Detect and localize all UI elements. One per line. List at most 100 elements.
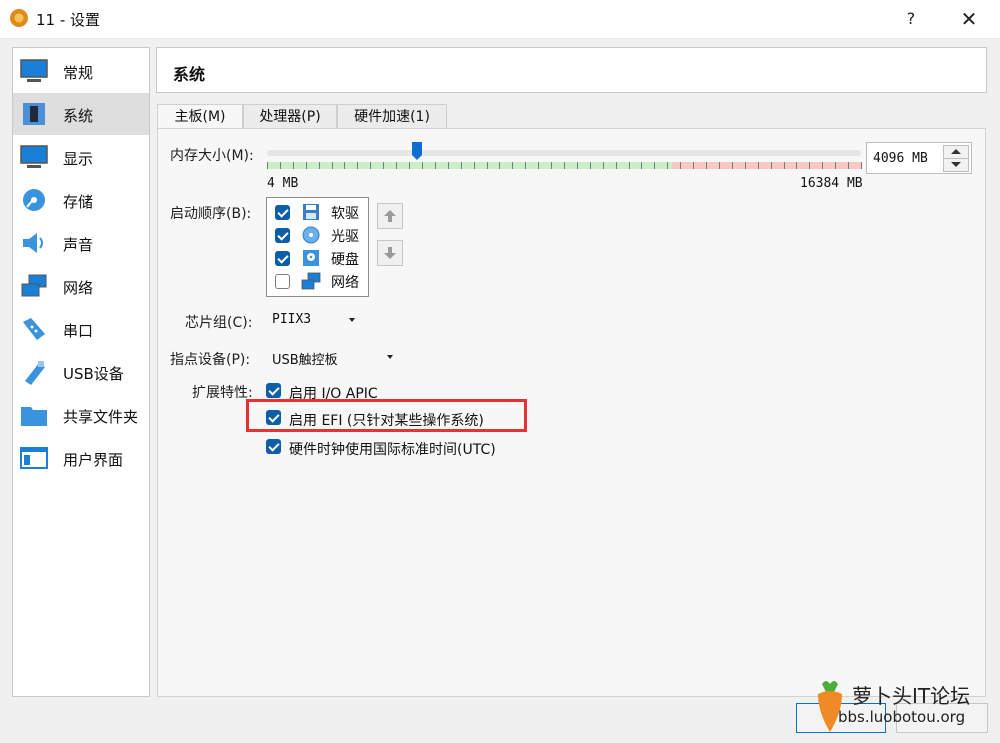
tab-motherboard[interactable]: 主板(M)	[157, 104, 243, 130]
sidebar-item-network[interactable]: 网络	[13, 265, 149, 307]
slider-tick	[693, 162, 694, 169]
slider-tick	[551, 162, 552, 169]
user-interface-icon	[20, 447, 48, 469]
tab-acceleration[interactable]: 硬件加速(1)	[337, 104, 447, 129]
memory-min-label: 4 MB	[267, 176, 299, 191]
slider-tick	[538, 162, 539, 169]
settings-sidebar: 常规 系统 显示 存储 声音 网络 串口 USB设备 共享文件夹 用户界面	[12, 47, 150, 697]
memory-value: 4096 MB	[873, 151, 928, 166]
page-title: 系统	[173, 65, 206, 84]
sidebar-item-label: 串口	[63, 322, 94, 340]
arrow-down-icon	[384, 247, 396, 259]
boot-order-label: 启动顺序(B):	[170, 206, 252, 222]
boot-move-down-button[interactable]	[377, 240, 403, 266]
slider-tick	[267, 162, 268, 169]
memory-slider-track[interactable]	[267, 150, 861, 156]
sidebar-item-label: 存储	[63, 193, 94, 211]
extended-features-label: 扩展特性:	[192, 385, 253, 401]
boot-optical-checkbox[interactable]	[275, 228, 290, 243]
memory-label: 内存大小(M):	[170, 148, 254, 164]
sidebar-item-label: 系统	[63, 107, 94, 125]
boot-floppy-checkbox[interactable]	[275, 205, 290, 220]
slider-tick	[487, 162, 488, 169]
sidebar-item-label: 显示	[63, 150, 94, 168]
slider-tick	[758, 162, 759, 169]
boot-item-label: 网络	[331, 275, 359, 291]
chipset-select[interactable]: PIIX3	[266, 308, 360, 332]
slider-tick	[654, 162, 655, 169]
sidebar-item-shared-folders[interactable]: 共享文件夹	[13, 394, 149, 436]
watermark-url: bbs.luobotou.org	[838, 708, 966, 726]
arrow-up-icon	[384, 210, 396, 222]
slider-tick	[590, 162, 591, 169]
memory-max-label: 16384 MB	[800, 176, 863, 191]
speaker-icon	[23, 233, 43, 253]
page-header: 系统	[156, 47, 987, 93]
slider-tick	[319, 162, 320, 169]
boot-item-label: 硬盘	[331, 252, 359, 268]
boot-network-checkbox[interactable]	[275, 274, 290, 289]
memory-increase-button[interactable]	[943, 145, 969, 159]
pointing-device-label: 指点设备(P):	[170, 352, 251, 368]
sidebar-item-storage[interactable]: 存储	[13, 179, 149, 221]
sidebar-item-system[interactable]: 系统	[13, 93, 149, 135]
boot-hdd-checkbox[interactable]	[275, 251, 290, 266]
slider-tick	[332, 162, 333, 169]
tab-processor[interactable]: 处理器(P)	[243, 104, 337, 129]
chevron-down-icon	[951, 162, 961, 167]
slider-tick	[383, 162, 384, 169]
slider-tick	[357, 162, 358, 169]
slider-tick	[861, 162, 862, 169]
slider-tick	[461, 162, 462, 169]
pointing-device-select[interactable]: USB触控板	[266, 345, 398, 369]
chipset-value: PIIX3	[272, 312, 312, 327]
chevron-down-icon	[349, 318, 355, 322]
boot-item-hard-disk[interactable]: 硬盘	[267, 247, 368, 270]
memory-safe-range	[267, 162, 672, 169]
chipset-label: 芯片组(C):	[185, 315, 253, 331]
virtualbox-app-icon	[10, 9, 28, 27]
boot-item-optical[interactable]: 光驱	[267, 224, 368, 247]
sidebar-item-general[interactable]: 常规	[13, 50, 149, 92]
slider-tick	[422, 162, 423, 169]
memory-unsafe-range	[672, 162, 861, 169]
slider-tick	[564, 162, 565, 169]
serial-port-icon	[23, 318, 45, 340]
slider-tick	[706, 162, 707, 169]
memory-spinbox[interactable]: 4096 MB	[866, 142, 972, 174]
slider-tick	[448, 162, 449, 169]
pointing-device-value: USB触控板	[272, 353, 338, 368]
utc-clock-checkbox[interactable]	[266, 439, 281, 454]
sidebar-item-label: 声音	[63, 236, 94, 254]
option-utc-clock[interactable]: 硬件时钟使用国际标准时间(UTC)	[266, 437, 521, 458]
slider-tick	[809, 162, 810, 169]
boot-move-up-button[interactable]	[377, 203, 403, 229]
sidebar-item-display[interactable]: 显示	[13, 136, 149, 178]
close-button[interactable]: ✕	[952, 4, 986, 34]
slider-tick	[344, 162, 345, 169]
slider-tick	[784, 162, 785, 169]
chevron-up-icon	[951, 149, 961, 154]
window-title: 11 - 设置	[36, 11, 101, 29]
slider-tick	[577, 162, 578, 169]
sidebar-item-user-interface[interactable]: 用户界面	[13, 437, 149, 479]
shared-folder-icon	[21, 407, 47, 426]
help-button[interactable]: ?	[898, 6, 924, 32]
slider-tick	[370, 162, 371, 169]
sidebar-item-serial[interactable]: 串口	[13, 308, 149, 350]
sidebar-item-audio[interactable]: 声音	[13, 222, 149, 264]
option-io-apic[interactable]: 启用 I/O APIC	[266, 381, 466, 402]
slider-tick	[771, 162, 772, 169]
boot-item-network[interactable]: 网络	[267, 270, 368, 293]
optical-disc-icon	[302, 226, 320, 244]
boot-item-floppy[interactable]: 软驱	[267, 201, 368, 224]
slider-tick	[409, 162, 410, 169]
display-monitor-icon	[20, 145, 48, 168]
io-apic-checkbox[interactable]	[266, 383, 281, 398]
slider-tick	[435, 162, 436, 169]
option-label: 硬件时钟使用国际标准时间(UTC)	[289, 442, 496, 458]
sidebar-item-usb[interactable]: USB设备	[13, 351, 149, 393]
memory-decrease-button[interactable]	[943, 158, 969, 172]
slider-tick	[629, 162, 630, 169]
memory-slider-thumb[interactable]	[411, 141, 423, 161]
